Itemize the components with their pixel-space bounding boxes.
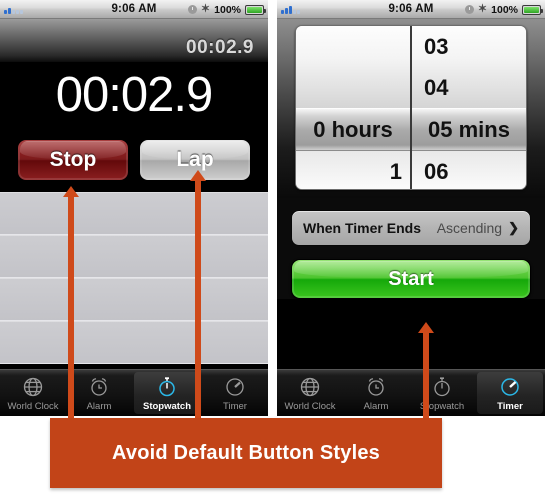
picker-item-selected[interactable]: 0 hours [296,108,410,151]
annotation-arrowhead-start [418,322,434,333]
timer-icon [498,375,522,399]
table-row[interactable] [0,321,268,364]
timer-options: When Timer Ends Ascending ❯ Start [277,198,545,299]
tab-alarm[interactable]: Alarm [343,370,409,416]
when-timer-ends-label: When Timer Ends [303,220,421,236]
status-bar-right-icons: ✶ 100% [464,0,543,19]
screenshot-root: 9:06 AM ✶ 100% 00:02.9 00:02.9 Stop Lap [0,0,550,502]
timer-icon [223,375,247,399]
tab-world-clock[interactable]: World Clock [277,370,343,416]
tab-alarm[interactable]: Alarm [66,370,132,416]
tab-world-clock[interactable]: World Clock [0,370,66,416]
when-timer-ends-value: Ascending [436,220,503,236]
battery-percent-label: 100% [214,3,241,16]
start-button-container: Start [291,246,531,299]
globe-icon [298,375,322,399]
when-timer-ends-value-group: Ascending ❯ [437,220,519,236]
start-button[interactable]: Start [291,259,531,299]
picker-item[interactable]: 03 [412,26,526,67]
annotation-arrowhead-lap [190,170,206,181]
when-timer-ends-row[interactable]: When Timer Ends Ascending ❯ [291,210,531,246]
alarm-clock-icon [364,375,388,399]
stopwatch-icon [430,375,454,399]
timer-picker-container: 0 hours 1 2 03 04 05 mins 06 07 [277,19,545,198]
stopwatch-icon [155,375,179,399]
tab-label: World Clock [284,400,336,412]
picker-column-minutes[interactable]: 03 04 05 mins 06 07 [410,26,526,189]
tab-bar-left: World Clock Alarm Stopwatch Timer [0,369,268,416]
tab-bar-right: World Clock Alarm Stopwatch Timer [277,369,545,416]
picker-item-selected[interactable]: 05 mins [412,108,526,151]
picker-item[interactable] [296,67,410,108]
tab-timer[interactable]: Timer [477,372,543,414]
status-bar-right-icons: ✶ 100% [187,0,266,19]
stop-button[interactable]: Stop [17,139,129,181]
stopwatch-header: 00:02.9 [0,19,268,62]
stopwatch-main-display: 00:02.9 [0,62,268,128]
tab-label: World Clock [7,400,59,412]
alarm-clock-icon [87,375,111,399]
lap-button-label: Lap [176,148,214,171]
lap-list[interactable] [0,192,268,364]
picker-item[interactable]: 1 [296,151,410,189]
tab-label: Alarm [86,400,112,412]
table-row[interactable] [0,192,268,235]
start-button-label: Start [388,267,434,290]
annotation-arrow-start [423,332,429,420]
picker-item[interactable]: 04 [412,67,526,108]
alarm-clock-icon [464,5,474,14]
stopwatch-phone-screen: 9:06 AM ✶ 100% 00:02.9 00:02.9 Stop Lap [0,0,268,416]
picker-column-hours[interactable]: 0 hours 1 2 [296,26,410,189]
tab-label: Timer [497,400,523,412]
stopwatch-large-time: 00:02.9 [55,68,213,122]
callout-box: Avoid Default Button Styles [50,418,442,488]
bluetooth-icon: ✶ [477,3,488,15]
bluetooth-icon: ✶ [200,3,211,15]
annotation-arrowhead-stop [63,186,79,197]
globe-icon [21,375,45,399]
stopwatch-button-row: Stop Lap [0,128,268,192]
annotation-arrow-lap [195,180,201,420]
timer-picker[interactable]: 0 hours 1 2 03 04 05 mins 06 07 [295,25,527,190]
picker-item[interactable]: 06 [412,151,526,189]
tab-label: Timer [223,400,247,412]
battery-icon [245,4,266,15]
table-row[interactable] [0,278,268,321]
tab-stopwatch[interactable]: Stopwatch [134,372,200,414]
table-row[interactable] [0,235,268,278]
tab-stopwatch[interactable]: Stopwatch [409,370,475,416]
alarm-clock-icon [187,5,197,14]
battery-icon [522,4,543,15]
status-bar-left: 9:06 AM ✶ 100% [0,0,268,19]
tab-timer[interactable]: Timer [202,370,268,416]
timer-phone-screen: 9:06 AM ✶ 100% 0 hours 1 2 [277,0,545,416]
stop-button-label: Stop [49,148,97,171]
status-bar-right: 9:06 AM ✶ 100% [277,0,545,19]
annotation-arrow-stop [68,196,74,420]
battery-percent-label: 100% [491,3,518,16]
stopwatch-small-time: 00:02.9 [186,37,254,58]
picker-item[interactable] [296,26,410,67]
tab-label: Stopwatch [142,400,192,412]
chevron-right-icon: ❯ [508,220,519,235]
callout-label: Avoid Default Button Styles [111,441,380,464]
tab-label: Alarm [363,400,389,412]
